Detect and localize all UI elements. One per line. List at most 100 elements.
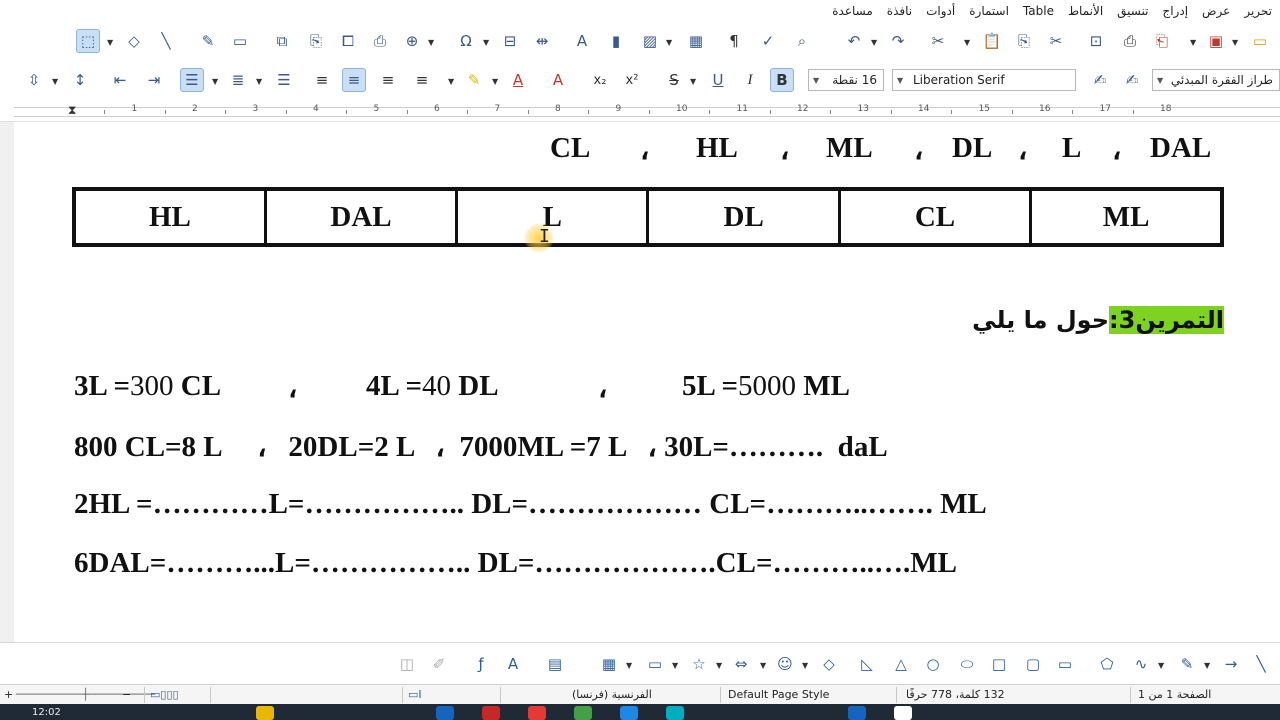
field-icon[interactable]: ⊟ bbox=[498, 29, 522, 53]
chevron-down-icon[interactable]: ▼ bbox=[716, 661, 722, 670]
align-right-icon[interactable]: ≡ bbox=[410, 68, 434, 92]
line-spacing-icon[interactable]: ↕ bbox=[68, 68, 92, 92]
menu-window[interactable]: نافذة bbox=[887, 4, 912, 18]
spelling-icon[interactable]: ✓ bbox=[756, 29, 780, 53]
page-style-status[interactable]: Default Page Style bbox=[728, 688, 829, 701]
chevron-down-icon[interactable]: ▼ bbox=[52, 77, 58, 86]
zoom-slider[interactable]: ──────────┼────────── bbox=[16, 688, 155, 701]
cross-reference-icon[interactable]: ⧠ bbox=[336, 29, 360, 53]
indent-marker-icon[interactable]: ⧗ bbox=[68, 103, 76, 118]
numbered-list-icon[interactable]: ≣ bbox=[226, 68, 250, 92]
zoom-out-icon[interactable]: − bbox=[122, 688, 131, 701]
chevron-down-icon[interactable]: ▼ bbox=[897, 76, 903, 85]
print-icon[interactable]: ⎙ bbox=[1118, 29, 1142, 53]
new-style-icon[interactable]: ✍ bbox=[1088, 68, 1112, 92]
app-icon[interactable] bbox=[482, 706, 500, 720]
menu-edit[interactable]: تحرير bbox=[1244, 4, 1272, 18]
chevron-down-icon[interactable]: ▼ bbox=[492, 77, 498, 86]
bookmark-icon[interactable]: ⎙ bbox=[368, 29, 392, 53]
chevron-down-icon[interactable]: ▼ bbox=[1190, 38, 1196, 47]
star-icon[interactable]: ☆ bbox=[688, 653, 710, 675]
bullet-list-icon[interactable]: ☰ bbox=[272, 68, 296, 92]
chevron-down-icon[interactable]: ▼ bbox=[666, 38, 672, 47]
app-icon[interactable] bbox=[256, 706, 274, 720]
clone-formatting-icon[interactable]: ✂ bbox=[926, 29, 950, 53]
font-name-select[interactable]: ▼ Liberation Serif bbox=[892, 69, 1076, 91]
image-icon[interactable]: ▨ bbox=[638, 29, 662, 53]
edit-document-icon[interactable]: ✎ bbox=[196, 29, 220, 53]
selection-mode-icon[interactable]: ▭I bbox=[408, 688, 422, 701]
shadow-icon[interactable]: ◫ bbox=[396, 653, 418, 675]
chevron-down-icon[interactable]: ▼ bbox=[964, 38, 970, 47]
align-center-icon[interactable]: ≡ bbox=[376, 68, 400, 92]
highlight-color-icon[interactable]: ✎ bbox=[462, 68, 486, 92]
chevron-down-icon[interactable]: ▼ bbox=[1157, 76, 1163, 85]
smiley-icon[interactable]: ☺ bbox=[774, 653, 796, 675]
chevron-down-icon[interactable]: ▼ bbox=[256, 77, 262, 86]
decrease-indent-icon[interactable]: ⇤ bbox=[108, 68, 132, 92]
app-icon[interactable] bbox=[574, 706, 592, 720]
export-pdf-icon[interactable]: ⎗ bbox=[1150, 29, 1174, 53]
chevron-down-icon[interactable]: ▼ bbox=[428, 38, 434, 47]
table-cell[interactable]: HL bbox=[72, 187, 267, 247]
table-cell[interactable]: ML bbox=[1029, 187, 1224, 247]
menu-form[interactable]: استمارة bbox=[969, 4, 1009, 18]
chevron-down-icon[interactable]: ▼ bbox=[1158, 661, 1164, 670]
cut-icon[interactable]: ✂ bbox=[1044, 29, 1068, 53]
increase-indent-icon[interactable]: ⇥ bbox=[142, 68, 166, 92]
language-status[interactable]: الفرنسية (فرنسا) bbox=[572, 688, 652, 701]
page-status[interactable]: الصفحة 1 من 1 bbox=[1138, 688, 1211, 701]
subscript-icon[interactable]: x₂ bbox=[588, 68, 612, 92]
document-page[interactable]: CL ، HL ، ML ، DL ، L ، DAL HL DAL L DL … bbox=[14, 122, 1280, 642]
insert-doc-icon[interactable]: ⎘ bbox=[304, 29, 328, 53]
chevron-down-icon[interactable]: ▼ bbox=[448, 77, 454, 86]
app-icon[interactable] bbox=[528, 706, 546, 720]
circle-icon[interactable]: ○ bbox=[922, 653, 944, 675]
chevron-down-icon[interactable]: ▼ bbox=[1232, 38, 1238, 47]
insert-frame-icon[interactable]: ⧉ bbox=[270, 29, 294, 53]
comment-icon[interactable]: ▭ bbox=[228, 29, 252, 53]
diamond-icon[interactable]: ◇ bbox=[818, 653, 840, 675]
block-arrow-icon[interactable]: ⇔ bbox=[730, 653, 752, 675]
redo-icon[interactable]: ↷ bbox=[886, 29, 910, 53]
print-preview-icon[interactable]: ⊡ bbox=[1084, 29, 1108, 53]
chevron-down-icon[interactable]: ▼ bbox=[107, 38, 113, 47]
paragraph-style-select[interactable]: طراز الفقرة المبدئي ▼ bbox=[1152, 69, 1280, 91]
menu-tools[interactable]: أدوات bbox=[926, 4, 955, 18]
app-icon[interactable] bbox=[666, 706, 684, 720]
list-none-icon[interactable]: ☰ bbox=[180, 68, 204, 92]
freeform-icon[interactable]: ✎ bbox=[1176, 653, 1198, 675]
insert-image-icon[interactable]: ▤ bbox=[544, 653, 566, 675]
strikethrough-icon[interactable]: S bbox=[662, 68, 686, 92]
curve-icon[interactable]: ∿ bbox=[1130, 653, 1152, 675]
chevron-down-icon[interactable]: ▼ bbox=[483, 38, 489, 47]
align-left-icon[interactable]: ≡ bbox=[342, 68, 366, 92]
view-layout-icon[interactable]: ▭▯▯▯ bbox=[150, 688, 179, 701]
chevron-down-icon[interactable]: ▼ bbox=[690, 77, 696, 86]
chevron-down-icon[interactable]: ▼ bbox=[760, 661, 766, 670]
font-color-icon[interactable]: A bbox=[506, 68, 530, 92]
page-break-icon[interactable]: ⇹ bbox=[530, 29, 554, 53]
chart-icon[interactable]: ▮ bbox=[604, 29, 628, 53]
callout-icon[interactable]: ▭ bbox=[644, 653, 666, 675]
save-icon[interactable]: ▣ bbox=[1204, 29, 1228, 53]
select-tool-icon[interactable]: ⬚ bbox=[76, 29, 100, 53]
menu-styles[interactable]: الأنماط bbox=[1068, 4, 1103, 18]
paragraph-spacing-icon[interactable]: ⇳ bbox=[22, 68, 46, 92]
bold-icon[interactable]: B bbox=[770, 68, 794, 92]
word-count-status[interactable]: 132 كلمة، 778 حرفًا bbox=[906, 688, 1005, 701]
italic-icon[interactable]: I bbox=[738, 68, 762, 92]
chevron-down-icon[interactable]: ▼ bbox=[1204, 661, 1210, 670]
arrow-line-icon[interactable]: → bbox=[1220, 653, 1242, 675]
table-cell[interactable]: DAL bbox=[263, 187, 459, 247]
points-icon[interactable]: ✐ bbox=[428, 653, 450, 675]
table-cell[interactable]: DL bbox=[646, 187, 841, 247]
find-replace-icon[interactable]: ⌕ bbox=[790, 29, 814, 53]
table-cell[interactable]: CL bbox=[837, 187, 1033, 247]
menu-help[interactable]: مساعدة bbox=[832, 4, 873, 18]
app-icon[interactable] bbox=[436, 706, 454, 720]
superscript-icon[interactable]: x² bbox=[620, 68, 644, 92]
zoom-in-icon[interactable]: + bbox=[4, 688, 13, 701]
menu-table[interactable]: Table bbox=[1023, 4, 1054, 18]
special-character-icon[interactable]: Ω bbox=[454, 29, 478, 53]
